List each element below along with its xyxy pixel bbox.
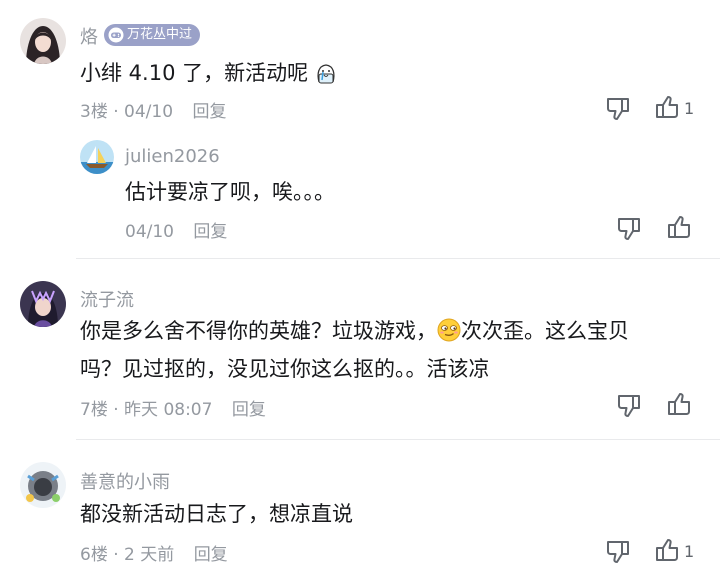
floor-label: 3楼 xyxy=(80,102,108,122)
thumbs-up-icon xyxy=(668,393,690,415)
comment-content: 都没新活动日志了，想凉直说 xyxy=(80,502,353,526)
thumbs-up-icon xyxy=(668,216,690,238)
dislike-button[interactable] xyxy=(603,93,633,123)
comment-divider xyxy=(76,258,720,259)
dislike-button[interactable] xyxy=(614,390,644,420)
comment-content: 小绯 4.10 了，新活动呢 xyxy=(80,55,337,91)
like-button[interactable] xyxy=(664,390,694,420)
comment-text: 次次歪。这么宝贝 xyxy=(461,319,629,343)
reply-meta: 04/10 回复 xyxy=(125,217,227,242)
like-button[interactable] xyxy=(652,93,682,123)
separator: · xyxy=(113,102,119,122)
comment-text: 你是多么舍不得你的英雄？垃圾游戏， xyxy=(80,319,437,343)
floor-label: 7楼 xyxy=(80,400,108,420)
reply-username[interactable]: julien2026 xyxy=(125,146,220,167)
timestamp: 04/10 xyxy=(124,102,174,122)
like-button[interactable] xyxy=(652,536,682,566)
separator: · xyxy=(113,545,119,565)
reply-button[interactable]: 回复 xyxy=(232,400,266,420)
badge-label: 万花丛中过 xyxy=(127,27,193,42)
thumbs-up-icon xyxy=(656,96,678,118)
smug-face-emoji xyxy=(437,318,461,342)
timestamp: 昨天 08:07 xyxy=(124,400,213,420)
thumbs-down-icon xyxy=(607,541,629,563)
like-button[interactable] xyxy=(664,213,694,243)
floor-label: 6楼 xyxy=(80,545,108,565)
thumbs-down-icon xyxy=(618,218,640,240)
thumbs-up-icon xyxy=(656,539,678,561)
like-count: 1 xyxy=(684,542,695,561)
user-badge: 万花丛中过 xyxy=(104,24,201,46)
avatar[interactable] xyxy=(20,281,66,327)
comment-username[interactable]: 烙 xyxy=(80,23,98,49)
reply-button[interactable]: 回复 xyxy=(194,545,228,565)
reply-content: 估计要凉了呗，唉。。。 xyxy=(125,180,335,204)
comment-divider xyxy=(76,439,720,440)
avatar[interactable] xyxy=(80,140,114,174)
comment-meta: 6楼 · 2 天前 回复 xyxy=(80,540,228,565)
comment-meta: 3楼 · 04/10 回复 xyxy=(80,97,226,122)
reply-button[interactable]: 回复 xyxy=(192,102,226,122)
comment-username[interactable]: 善意的小雨 xyxy=(80,468,170,494)
thumbs-down-icon xyxy=(618,395,640,417)
avatar[interactable] xyxy=(20,18,66,64)
gamepad-icon xyxy=(108,27,124,43)
avatar[interactable] xyxy=(20,462,66,508)
comment-text: 小绯 4.10 了，新活动呢 xyxy=(80,61,309,85)
dislike-button[interactable] xyxy=(614,213,644,243)
timestamp: 04/10 xyxy=(125,222,174,242)
reply-button[interactable]: 回复 xyxy=(193,222,227,242)
timestamp: 2 天前 xyxy=(124,545,175,565)
separator: · xyxy=(113,400,119,420)
dislike-button[interactable] xyxy=(603,536,633,566)
comment-content-line2: 吗？见过抠的，没见过你这么抠的。。活该凉 xyxy=(80,357,490,381)
like-count: 1 xyxy=(684,99,695,118)
thumbs-down-icon xyxy=(607,98,629,120)
comment-meta: 7楼 · 昨天 08:07 回复 xyxy=(80,395,266,420)
crying-face-emoji xyxy=(317,64,335,84)
comment-content: 你是多么舍不得你的英雄？垃圾游戏， 次次歪。这么宝贝 xyxy=(80,313,629,349)
comment-username[interactable]: 流子流 xyxy=(80,286,134,312)
